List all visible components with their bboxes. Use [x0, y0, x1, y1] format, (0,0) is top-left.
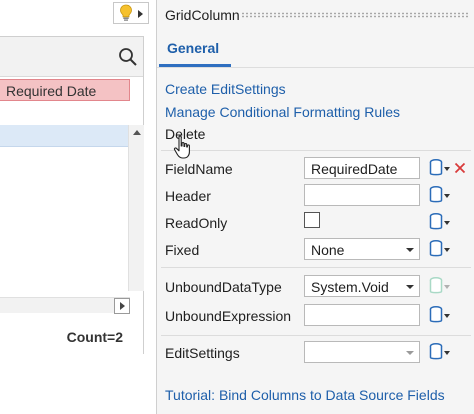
smart-tag-button[interactable] — [113, 2, 149, 24]
unbound-expression-input[interactable] — [304, 304, 420, 326]
row-count: Count=2 — [66, 329, 123, 345]
edit-settings-dropdown[interactable] — [304, 341, 420, 363]
manage-conditional-formatting-link[interactable]: Manage Conditional Formatting Rules — [165, 104, 400, 120]
drag-grip[interactable] — [241, 12, 469, 18]
tab-general[interactable]: General — [167, 40, 219, 56]
create-edit-settings-link[interactable]: Create EditSettings — [165, 81, 286, 97]
fixed-label: Fixed — [165, 242, 200, 258]
fixed-binding-dropdown-icon[interactable] — [444, 248, 450, 252]
field-name-input[interactable]: RequiredDate — [304, 157, 420, 179]
chevron-down-icon — [406, 285, 414, 289]
panel-title: GridColumn — [165, 7, 240, 23]
read-only-checkbox[interactable] — [304, 212, 320, 228]
read-only-binding-dropdown-icon[interactable] — [444, 221, 450, 225]
column-header-label: Required Date — [6, 83, 97, 99]
search-icon[interactable] — [117, 46, 139, 68]
divider — [161, 150, 471, 151]
field-name-label: FieldName — [165, 161, 233, 177]
scroll-right-arrow-icon — [120, 302, 125, 310]
horizontal-scrollbar[interactable] — [0, 297, 130, 314]
header-binding-dropdown-icon[interactable] — [444, 194, 450, 198]
unbound-data-type-dropdown[interactable]: System.Void — [304, 275, 420, 297]
unbound-expression-label: UnboundExpression — [165, 308, 292, 324]
grid-header-bar — [0, 37, 143, 77]
unbound-data-type-label: UnboundDataType — [165, 279, 282, 295]
header-input[interactable] — [304, 184, 420, 206]
read-only-label: ReadOnly — [165, 215, 228, 231]
tutorial-link[interactable]: Tutorial: Bind Columns to Data Source Fi… — [165, 387, 445, 403]
fixed-value: None — [311, 242, 345, 258]
header-label: Header — [165, 188, 211, 204]
scroll-right-button[interactable] — [114, 298, 130, 314]
unbound-data-type-value: System.Void — [311, 279, 389, 295]
field-name-value: RequiredDate — [311, 161, 398, 177]
divider — [161, 267, 471, 268]
field-name-binding-dropdown-icon[interactable] — [444, 167, 450, 171]
vertical-scrollbar[interactable] — [128, 125, 144, 291]
selected-row[interactable] — [0, 125, 128, 147]
hand-cursor-icon — [173, 135, 190, 159]
tab-divider — [157, 67, 474, 68]
smart-tag-panel: GridColumn General Create EditSettings M… — [156, 0, 474, 414]
delete-x-icon[interactable] — [454, 162, 466, 174]
edit-settings-label: EditSettings — [165, 345, 240, 361]
chevron-down-icon — [406, 351, 414, 355]
lightbulb-icon — [120, 4, 132, 21]
unbound-expression-binding-dropdown-icon[interactable] — [444, 314, 450, 318]
grid-control: Required Date Count=2 — [0, 36, 144, 354]
column-header-required-date[interactable]: Required Date — [0, 79, 130, 101]
unbound-data-type-binding-dropdown-icon — [444, 285, 450, 289]
edit-settings-binding-dropdown-icon[interactable] — [444, 351, 450, 355]
scroll-up-arrow-icon[interactable] — [133, 130, 141, 135]
fixed-dropdown[interactable]: None — [304, 238, 420, 260]
smart-tag-arrow-icon — [138, 10, 143, 18]
chevron-down-icon — [406, 248, 414, 252]
panel-titlebar[interactable]: GridColumn — [157, 0, 474, 30]
divider — [161, 335, 471, 336]
